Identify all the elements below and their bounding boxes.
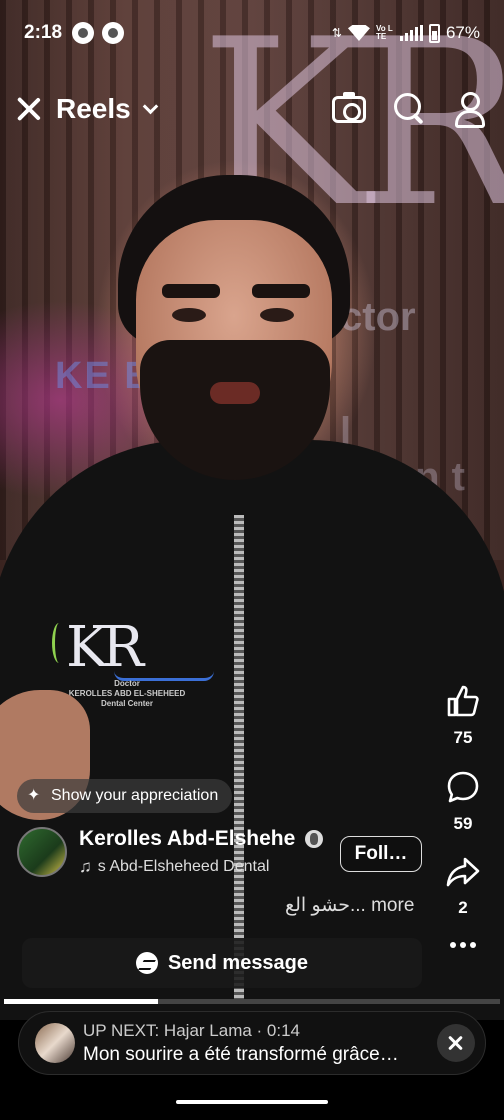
comment-button[interactable]: 59 — [446, 770, 480, 834]
up-next-avatar — [35, 1023, 75, 1063]
audio-row[interactable]: ♫ s Abd-Elsheheed Dental — [79, 857, 329, 877]
reel-author: Kerolles Abd-Elshehe… ♫ s Abd-Elsheheed … — [17, 827, 329, 877]
share-button[interactable]: 2 — [446, 856, 480, 918]
send-message-label: Send message — [167, 951, 309, 974]
camera-icon[interactable] — [332, 91, 366, 123]
show-appreciation-button[interactable]: Show your appreciation — [17, 779, 233, 813]
avatar[interactable] — [17, 827, 67, 877]
battery-icon — [428, 23, 440, 43]
author-name-row: Kerolles Abd-Elshehe… — [79, 827, 329, 851]
person-mouth — [210, 382, 260, 404]
person-brow-right — [252, 284, 310, 298]
volte-label: Vo LTE — [375, 24, 393, 41]
home-indicator[interactable] — [176, 1100, 328, 1104]
author-name[interactable]: Kerolles Abd-Elshehe… — [79, 827, 297, 851]
share-icon — [446, 857, 480, 887]
comment-icon — [447, 771, 479, 803]
close-icon[interactable] — [14, 94, 44, 124]
status-notification-icons — [72, 22, 125, 44]
comment-count: 59 — [453, 814, 473, 833]
like-count: 75 — [453, 728, 473, 747]
follow-button[interactable]: Foll… — [340, 836, 422, 872]
music-note-icon: ♫ — [79, 857, 92, 876]
status-time: 2:18 — [24, 22, 63, 43]
header-actions — [332, 91, 490, 128]
person-eye-left — [172, 308, 206, 322]
send-message-button[interactable]: Send message — [22, 938, 422, 988]
chevron-down-icon[interactable] — [142, 98, 158, 114]
reels-header: Reels — [0, 82, 504, 136]
up-next-banner[interactable]: UP NEXT: Hajar Lama · 0:14 Mon sourire a… — [18, 1011, 486, 1075]
more-options-icon[interactable] — [450, 942, 476, 948]
up-next-title: UP NEXT: Hajar Lama · 0:14 — [83, 1020, 300, 1040]
like-button[interactable]: 75 — [446, 684, 480, 748]
globe-icon — [305, 830, 323, 848]
share-count: 2 — [458, 898, 468, 917]
reel-caption[interactable]: حشو الع... more — [285, 894, 414, 917]
appreciation-icon — [27, 787, 45, 805]
close-up-next-icon[interactable] — [437, 1024, 475, 1062]
status-right: ⇅ Vo LTE 67% — [332, 23, 480, 43]
call-app-icon — [102, 22, 125, 44]
thumbs-up-icon — [447, 685, 479, 717]
wifi-icon — [347, 25, 370, 41]
search-icon[interactable] — [394, 93, 426, 125]
reel-actions: 75 59 2 — [436, 684, 490, 948]
page-title[interactable]: Reels — [56, 93, 131, 125]
video-progress-bar[interactable] — [4, 999, 500, 1004]
messenger-icon — [135, 952, 158, 974]
up-next-text: UP NEXT: Hajar Lama · 0:14 Mon sourire a… — [83, 1021, 437, 1066]
author-info: Kerolles Abd-Elshehe… ♫ s Abd-Elsheheed … — [79, 827, 329, 877]
jacket-zipper — [234, 515, 244, 1000]
appreciation-label: Show your appreciation — [51, 787, 219, 804]
jacket-logo: KR Doctor KEROLLES ABD EL-SHEHEED Dental… — [52, 615, 214, 710]
video-progress-fill — [4, 999, 158, 1004]
battery-percent: 67% — [445, 23, 480, 42]
status-bar: 2:18 ⇅ Vo LTE 67% — [0, 0, 504, 66]
wall-doctor-text: ctor — [340, 295, 416, 339]
person-eye-right — [260, 308, 294, 322]
data-arrows-icon: ⇅ — [331, 26, 342, 40]
up-next-caption: Mon sourire a été transformé grâce… — [83, 1043, 399, 1065]
signal-icon — [399, 25, 423, 41]
jacket-logo-leaf — [52, 623, 66, 663]
audio-name: s Abd-Elsheheed Dental — [97, 858, 270, 875]
shazam-icon — [72, 22, 95, 44]
person-brow-left — [162, 284, 220, 298]
profile-icon[interactable] — [454, 92, 485, 128]
